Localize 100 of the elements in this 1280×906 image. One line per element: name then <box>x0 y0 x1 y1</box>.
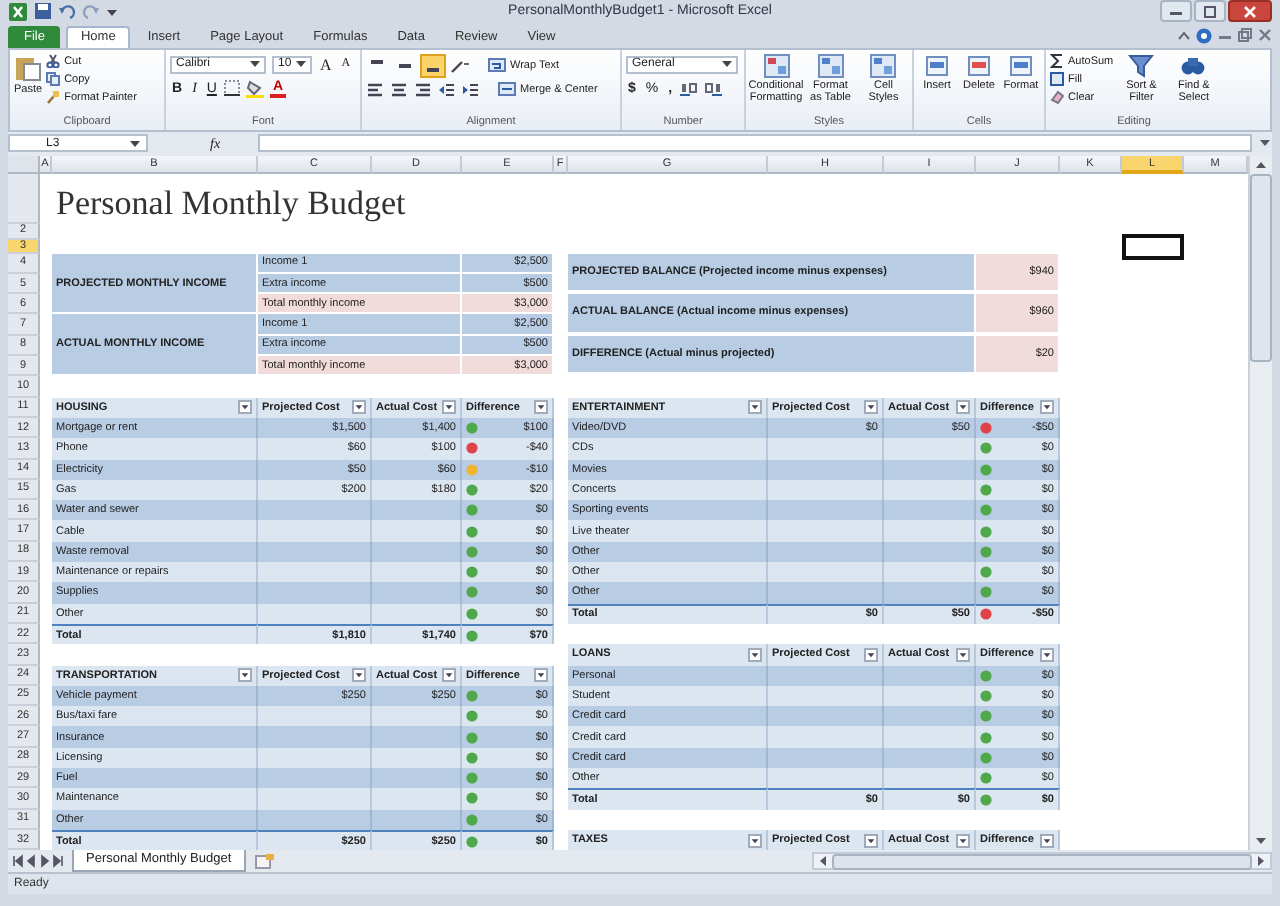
customize-caret-icon[interactable] <box>106 5 118 18</box>
grow-font-button[interactable]: A <box>318 55 334 74</box>
status-dot-icon <box>980 608 992 621</box>
table-cell <box>258 520 372 542</box>
increase-decimal-icon[interactable] <box>680 80 699 97</box>
filter-dropdown-icon[interactable] <box>1040 647 1054 662</box>
status-dot-icon <box>980 463 992 476</box>
fill-icon <box>1050 72 1064 87</box>
maximize-icon <box>1204 5 1216 18</box>
status-dot-icon <box>980 731 992 744</box>
save-icon[interactable] <box>34 2 52 21</box>
scissors-icon <box>46 54 61 69</box>
close-icon[interactable] <box>1258 28 1272 43</box>
scroll-thumb[interactable] <box>832 853 1252 870</box>
expand-formula-bar-icon[interactable] <box>1258 136 1272 151</box>
filter-dropdown-icon[interactable] <box>748 833 762 848</box>
status-dot-icon <box>980 566 992 579</box>
vertical-scrollbar[interactable] <box>1248 155 1272 851</box>
table-style-icon <box>763 53 789 78</box>
decrease-decimal-icon[interactable] <box>704 80 723 97</box>
filter-dropdown-icon[interactable] <box>748 647 762 662</box>
scroll-thumb[interactable] <box>1250 173 1272 362</box>
selected-cell[interactable] <box>1122 233 1184 260</box>
horizontal-scrollbar[interactable] <box>812 852 1272 871</box>
caret-icon <box>296 60 306 69</box>
caret-icon <box>130 139 140 148</box>
status-dot-icon <box>466 629 478 642</box>
status-dot-icon <box>980 525 992 538</box>
status-dot-icon <box>466 422 478 435</box>
status-dot-icon <box>466 607 478 620</box>
status-dot-icon <box>980 442 992 455</box>
table-cell <box>258 541 372 563</box>
filter-dropdown-icon[interactable] <box>1040 833 1054 848</box>
filter-dropdown-icon[interactable] <box>352 668 366 683</box>
sheet-navigation-icon[interactable] <box>12 854 64 869</box>
formula-input-field[interactable] <box>258 134 1252 153</box>
table-cell <box>258 603 372 624</box>
borders-icon[interactable] <box>224 80 241 97</box>
restore-icon[interactable] <box>1238 28 1252 43</box>
status-dot-icon <box>980 793 992 806</box>
table-cell <box>258 562 372 583</box>
filter-dropdown-icon[interactable] <box>864 833 878 848</box>
cell-icon <box>1008 53 1034 78</box>
status-dot-icon <box>466 710 478 723</box>
filter-dropdown-icon[interactable] <box>864 400 878 415</box>
collapse-ribbon-icon[interactable] <box>1178 29 1190 42</box>
filter-dropdown-icon[interactable] <box>238 668 252 683</box>
filter-dropdown-icon[interactable] <box>748 400 762 415</box>
undo-icon[interactable] <box>58 2 76 21</box>
sigma-icon <box>1050 54 1064 69</box>
filter-dropdown-icon[interactable] <box>956 400 970 415</box>
scroll-left-icon[interactable] <box>818 854 828 869</box>
table-cell <box>258 706 372 727</box>
status-dot-icon <box>466 813 478 826</box>
table-cell <box>258 500 372 521</box>
orientation-icon[interactable] <box>450 57 470 74</box>
filter-dropdown-icon[interactable] <box>352 400 366 415</box>
copy-icon <box>46 72 61 87</box>
filter-dropdown-icon[interactable] <box>238 400 252 415</box>
filter-dropdown-icon[interactable] <box>534 668 548 683</box>
filter-dropdown-icon[interactable] <box>442 400 456 415</box>
new-sheet-icon[interactable] <box>253 853 274 870</box>
close-button[interactable] <box>1228 0 1272 23</box>
table-cell <box>258 768 372 789</box>
status-dot-icon <box>980 483 992 496</box>
filter-dropdown-icon[interactable] <box>956 647 970 662</box>
decrease-indent-icon[interactable] <box>438 81 456 98</box>
status-dot-icon <box>980 586 992 599</box>
filter-dropdown-icon[interactable] <box>1040 400 1054 415</box>
help-icon[interactable] <box>1196 27 1212 44</box>
fill-color-icon[interactable] <box>246 79 265 98</box>
status-dot-icon <box>980 422 992 435</box>
wrap-text-icon <box>488 58 506 73</box>
filter-dropdown-icon[interactable] <box>442 668 456 683</box>
excel-logo-icon[interactable] <box>8 1 28 22</box>
align-right-icon[interactable] <box>414 81 432 98</box>
align-center-icon[interactable] <box>390 81 408 98</box>
filter-dropdown-icon[interactable] <box>956 833 970 848</box>
status-dot-icon <box>466 772 478 785</box>
status-dot-icon <box>466 463 478 476</box>
status-dot-icon <box>466 689 478 702</box>
status-dot-icon <box>466 751 478 764</box>
vertical-align-icon[interactable] <box>422 55 444 76</box>
eraser-icon <box>1050 90 1064 105</box>
table-style-icon <box>870 53 897 78</box>
table-cell <box>768 541 884 563</box>
table-cell <box>768 768 884 789</box>
table-cell <box>258 582 372 604</box>
scroll-right-icon[interactable] <box>1256 854 1266 869</box>
maximize-button[interactable] <box>1194 0 1226 23</box>
minimize-button[interactable] <box>1160 0 1192 23</box>
increase-indent-icon[interactable] <box>462 81 480 98</box>
status-dot-icon <box>980 504 992 517</box>
clipboard-icon <box>14 53 43 82</box>
filter-dropdown-icon[interactable] <box>534 400 548 415</box>
align-left-icon[interactable] <box>366 81 384 98</box>
status-dot-icon <box>980 669 992 682</box>
status-dot-icon <box>980 772 992 785</box>
filter-dropdown-icon[interactable] <box>864 647 878 662</box>
status-dot-icon <box>466 566 478 579</box>
